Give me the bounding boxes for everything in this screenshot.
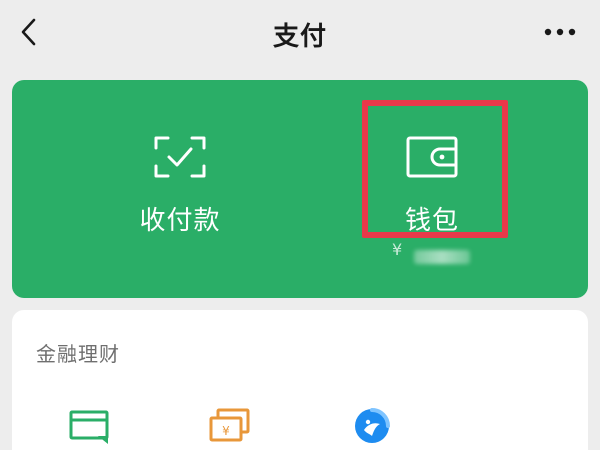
fund-icon: [355, 408, 390, 443]
wallet-balance: ¥: [392, 238, 482, 268]
svg-text:¥: ¥: [222, 424, 230, 438]
card-icon: [69, 410, 109, 444]
more-button[interactable]: [540, 20, 580, 44]
more-horizontal-icon: [544, 28, 576, 36]
finance-section: 金融理财 ¥: [12, 310, 588, 450]
finance-section-title: 金融理财: [36, 342, 120, 366]
wealth-button[interactable]: ¥: [208, 406, 252, 446]
navigation-bar: 支付: [0, 0, 600, 66]
card-service-button[interactable]: [68, 406, 112, 446]
currency-symbol: ¥: [392, 240, 403, 259]
page-title: 支付: [272, 22, 327, 52]
wallet-highlight-box: [362, 100, 508, 238]
collect-pay-button[interactable]: 收付款: [80, 80, 280, 298]
balance-mask: [414, 250, 470, 264]
wealth-yen-icon: ¥: [209, 408, 250, 442]
collect-pay-label: 收付款: [139, 206, 221, 236]
fund-button[interactable]: [350, 406, 394, 446]
scan-check-icon: [154, 136, 206, 178]
